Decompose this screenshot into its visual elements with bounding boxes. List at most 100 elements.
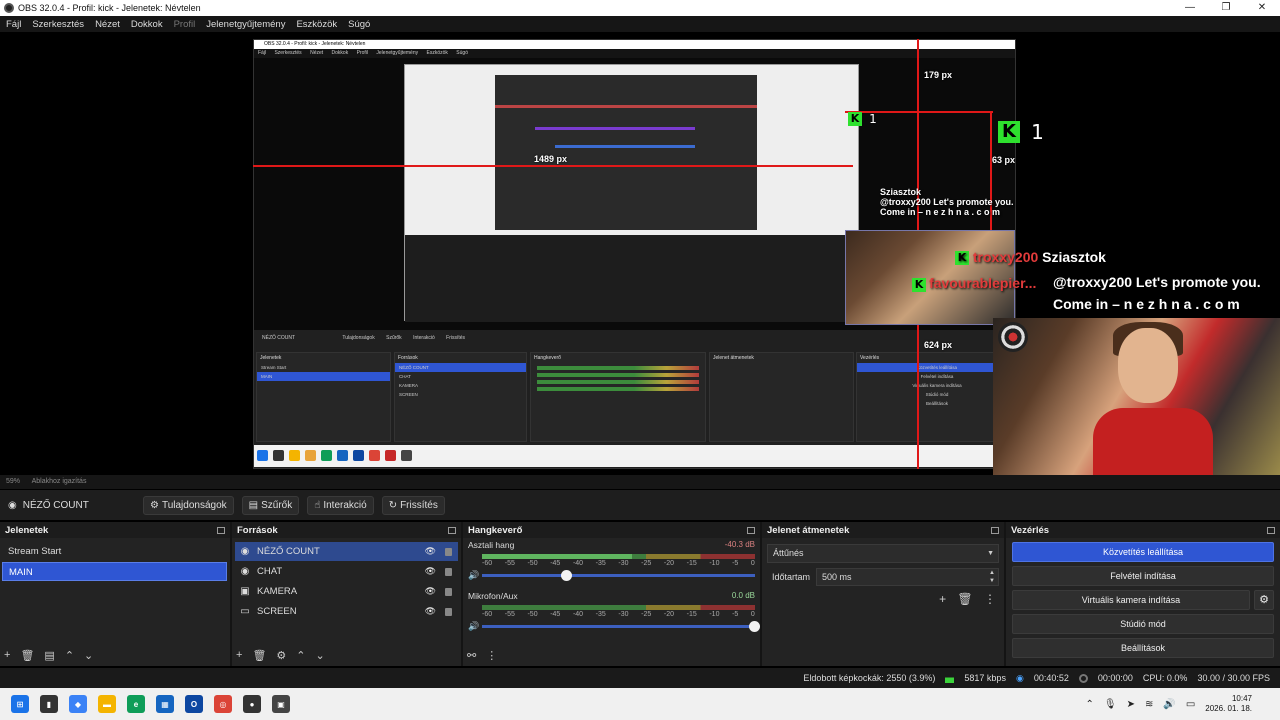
preview-canvas[interactable]: OBS 32.0.4 - Profil: kick - Jelenetek: N… [0,32,1280,475]
source-item[interactable]: ▣ KAMERA 👁 [235,582,458,601]
move-down-icon[interactable]: ⌄ [84,649,93,662]
chevron-up-icon[interactable]: ⌃ [1086,699,1094,710]
lock-icon[interactable] [445,588,452,596]
volume-slider[interactable] [482,621,760,632]
obs-icon[interactable]: ● [243,695,261,713]
slider-knob[interactable] [749,621,760,632]
transition-select[interactable]: Áttűnés ▼ [767,544,999,563]
eye-icon[interactable]: 👁 [425,606,436,617]
properties-button[interactable]: ⚙ Tulajdonságok [143,495,234,515]
start-recording-button[interactable]: Felvétel indítása [1012,566,1274,586]
close-icon[interactable]: ✕ [1244,0,1280,16]
menu-docks[interactable]: Dokkok [131,19,163,30]
kick-viewer-count-small: K 1 [848,112,877,126]
menu-profile[interactable]: Profil [174,19,196,30]
source-item[interactable]: ▭ SCREEN 👁 [235,602,458,621]
eye-icon[interactable]: 👁 [425,586,436,597]
menu-tools[interactable]: Eszközök [296,19,337,30]
kick-badge-icon: K [912,278,926,293]
undock-icon[interactable] [747,526,755,534]
battery-icon[interactable]: ▭ [1186,699,1195,710]
task-view-icon[interactable]: ▮ [40,695,58,713]
app-icon[interactable]: ▣ [272,695,290,713]
volume-icon[interactable]: 🔊 [1163,699,1175,710]
interact-button[interactable]: ☝ Interakció [307,495,374,515]
settings-button[interactable]: Beállítások [1012,638,1274,658]
undock-icon[interactable] [991,526,999,534]
menu-edit[interactable]: Szerkesztés [32,19,84,30]
volume-slider[interactable] [482,570,755,581]
undock-icon[interactable] [448,526,456,534]
undock-icon[interactable] [217,526,225,534]
nested-taskbar [254,445,1015,467]
lock-icon[interactable] [445,608,452,616]
more-icon[interactable]: ⋮ [486,649,497,662]
mixer-toolbar: ⚯ ⋮ [463,644,760,666]
minimize-icon[interactable]: — [1172,0,1208,16]
gear-icon[interactable]: ⚙ [276,649,286,662]
wifi-icon[interactable]: ≋ [1145,699,1153,710]
outlook-icon[interactable]: O [185,695,203,713]
maximize-icon[interactable]: ❐ [1208,0,1244,16]
microphone-icon[interactable]: 🎙 [1104,699,1117,710]
zoom-mode[interactable]: Ablakhoz igazítás [32,478,87,485]
zoom-level[interactable]: 59% [6,478,20,485]
meter-scale: -60 -55 -50 -45 -40 -35 -30 -25 -20 -15 -10 -5 0 [482,560,755,567]
scene-item[interactable]: MAIN [2,562,227,581]
dimension-label-top: 179 px [924,70,953,80]
link-icon[interactable]: ⚯ [467,649,476,662]
more-icon[interactable]: ⋮ [984,592,996,606]
spinner-icon[interactable]: ▲ ▼ [989,569,995,585]
move-up-icon[interactable]: ⌃ [65,649,74,662]
trash-icon[interactable]: 🗑 [957,592,972,606]
duration-input[interactable]: 500 ms ▲ ▼ [816,568,999,586]
speaker-icon[interactable]: 🔊 [468,570,482,581]
eye-icon[interactable]: 👁 [425,546,436,557]
stop-streaming-button[interactable]: Közvetítés leállítása [1012,542,1274,562]
clock[interactable]: 10:47 2026. 01. 18. [1205,694,1252,714]
menu-scene-collection[interactable]: Jelenetgyűjtemény [206,19,285,30]
scene-transitions-dock: Jelenet átmenetek Áttűnés ▼ Időtartam 500… [762,522,1006,666]
filters-button[interactable]: ▤ Szűrők [241,495,300,515]
undock-icon[interactable] [1267,526,1275,534]
eye-icon[interactable]: 👁 [425,566,436,577]
menu-help[interactable]: Súgó [348,19,370,30]
system-tray: ⌃ 🎙 ➤ ≋ 🔊 ▭ 10:47 2026. 01. 18. [1086,688,1280,720]
chat-message: @troxxy200 Let's promote you. [1053,274,1261,290]
windows-start-icon[interactable]: ⊞ [11,695,29,713]
move-down-icon[interactable]: ⌄ [316,649,325,662]
location-icon[interactable]: ➤ [1127,699,1135,710]
channel-db: -40.3 dB [724,540,755,549]
gear-icon[interactable]: ⚙ [1254,590,1274,610]
start-virtual-camera-button[interactable]: Virtuális kamera indítása [1012,590,1250,610]
add-icon[interactable]: + [236,649,242,661]
source-toolbar-bottom: + 🗑 ⚙ ⌃ ⌄ [232,644,461,666]
chrome-icon[interactable]: ◎ [214,695,232,713]
refresh-button[interactable]: ↻ Frissítés [381,495,445,515]
menu-file[interactable]: Fájl [6,19,21,30]
move-up-icon[interactable]: ⌃ [296,649,305,662]
add-icon[interactable]: + [4,649,10,661]
menu-view[interactable]: Nézet [95,19,120,30]
edge-icon[interactable]: e [127,695,145,713]
file-explorer-icon[interactable]: ▬ [98,695,116,713]
scenes-dock: Jelenetek Stream Start MAIN + 🗑 ▤ ⌃ ⌄ [0,522,232,666]
filter-icon[interactable]: ▤ [44,649,54,662]
studio-mode-button[interactable]: Stúdió mód [1012,614,1274,634]
lock-icon[interactable] [445,548,452,556]
source-item[interactable]: ◉ CHAT 👁 [235,562,458,581]
sources-dock: Források ◉ NÉZŐ COUNT 👁 ◉ CHAT 👁 ▣ KAMERA 👁… [232,522,463,666]
calculator-icon[interactable]: ▦ [156,695,174,713]
slider-knob[interactable] [560,570,572,581]
trash-icon[interactable]: 🗑 [252,649,266,662]
clock-time: 10:47 [1231,694,1252,703]
scene-item[interactable]: Stream Start [2,542,227,561]
source-item[interactable]: ◉ NÉZŐ COUNT 👁 [235,542,458,561]
lock-icon[interactable] [445,568,452,576]
trash-icon[interactable]: 🗑 [20,649,34,662]
dock-title: Hangkeverő [468,524,523,536]
speaker-icon[interactable]: 🔊 [468,621,482,632]
nested-menu: Fájl Szerkesztés Nézet Dokkok Profil Jel… [254,49,1015,58]
copilot-icon[interactable]: ◆ [69,695,87,713]
add-icon[interactable]: + [939,592,946,606]
